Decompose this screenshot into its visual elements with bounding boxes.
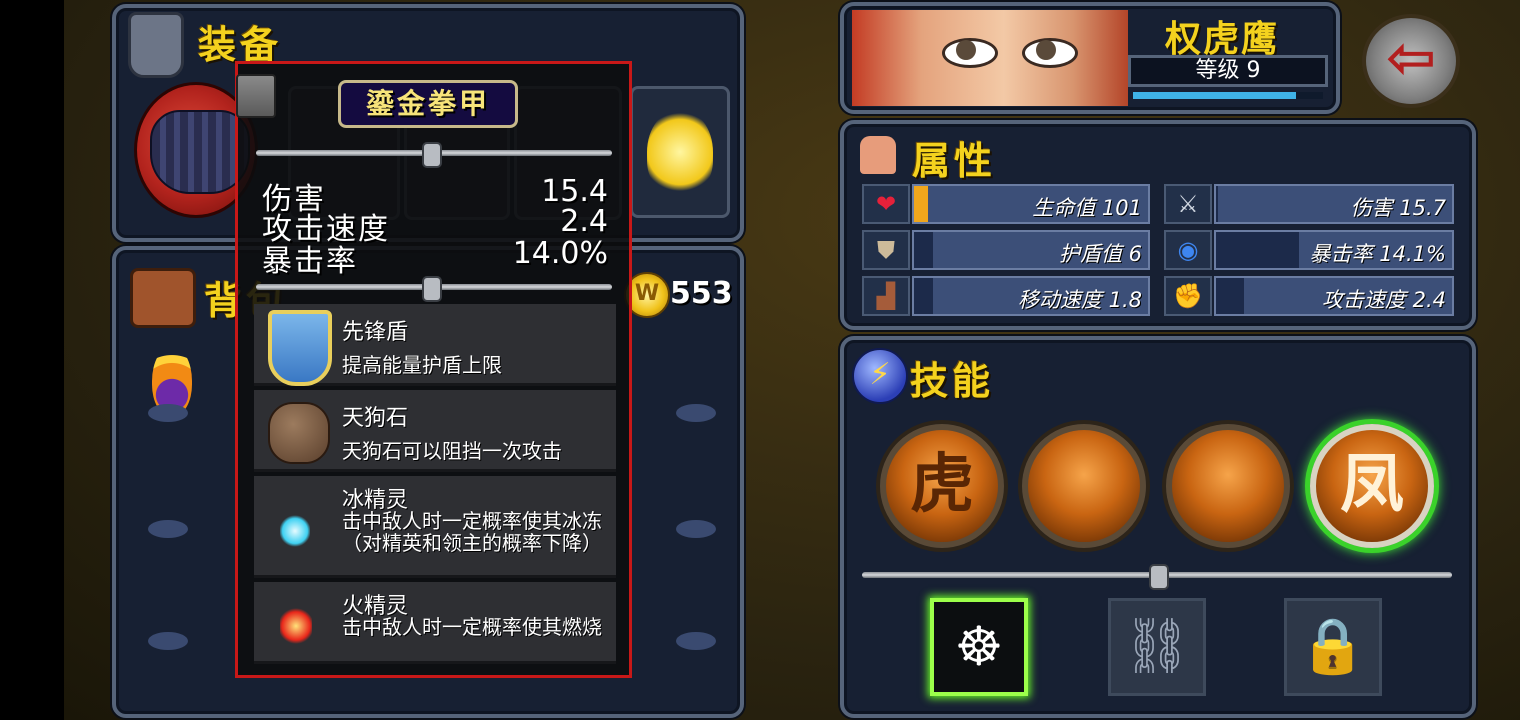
skill-phoenix[interactable]: 凤 [1310, 424, 1434, 548]
attribute-row: ❤ 生命值 101 [862, 184, 1150, 224]
attribute-label: 伤害 15.7 [1350, 196, 1446, 220]
heart-icon: ❤ [862, 184, 910, 224]
bag-slot[interactable] [676, 632, 716, 650]
attribute-bar: 生命值 101 [912, 184, 1150, 224]
item-desc: 击中敌人时一定概率使其燃烧 [342, 615, 602, 639]
equip-slot-5[interactable] [630, 86, 730, 218]
item-card-tiangou-stone: 天狗石 天狗石可以阻挡一次攻击 [254, 390, 616, 472]
body-icon [860, 136, 896, 174]
attribute-label: 移动速度 1.8 [1017, 288, 1142, 312]
attribute-bar: 暴击率 14.1% [1214, 230, 1454, 270]
back-button[interactable]: ⇦ [1362, 14, 1460, 108]
skill-tiger[interactable]: 虎 [880, 424, 1004, 548]
stat-value: 14.0% [512, 236, 608, 271]
bag-slot[interactable] [676, 520, 716, 538]
bag-slot[interactable] [148, 520, 188, 538]
attribute-label: 暴击率 14.1% [1309, 242, 1446, 266]
skills-title: 技能 [910, 359, 995, 403]
hammer-icon [236, 74, 276, 118]
helmet-icon [128, 12, 184, 78]
ice-spirit-icon [280, 514, 310, 548]
locked-skill-slot[interactable]: 🔒 [1284, 598, 1382, 696]
skills-divider [862, 564, 1452, 590]
lock-icon: 🔒 [1299, 614, 1367, 677]
tooltip-divider [256, 276, 612, 302]
skill-stance[interactable] [1022, 424, 1146, 548]
attribute-bar-fill [1216, 232, 1299, 268]
attribute-row: ⚔ 伤害 15.7 [1164, 184, 1454, 224]
item-name-banner: 鎏金拳甲 [338, 80, 518, 128]
skill-strike[interactable] [1166, 424, 1290, 548]
attribute-bar: 护盾值 6 [912, 230, 1150, 270]
chest-icon [130, 268, 196, 328]
eye-icon: ◉ [1164, 230, 1212, 270]
left-bezel [0, 0, 64, 720]
lightning-orb-icon: ⚡ [852, 348, 908, 404]
item-desc: 提高能量护盾上限 [342, 353, 502, 377]
attribute-label: 生命值 101 [1032, 196, 1142, 220]
attribute-label: 攻击速度 2.4 [1321, 288, 1446, 312]
sword-icon: ⚔ [1164, 184, 1212, 224]
stone-icon [268, 402, 330, 464]
tooltip-divider [256, 142, 612, 168]
boot-icon: ▟ [862, 276, 910, 316]
coin-count: 553 [670, 276, 733, 311]
attribute-label: 护盾值 6 [1058, 242, 1142, 266]
stat-label: 暴击率 [262, 244, 358, 279]
item-card-ice-spirit: 冰精灵 击中敌人时一定概率使其冰冻（对精英和领主的概率下降） [254, 476, 616, 578]
xp-bar-fill [1133, 92, 1297, 99]
item-desc: 天狗石可以阻挡一次攻击 [342, 439, 562, 463]
attribute-row: ▟ 移动速度 1.8 [862, 276, 1150, 316]
character-portrait [852, 10, 1128, 106]
fire-spirit-icon [280, 606, 312, 646]
item-name: 天狗石 [342, 406, 409, 431]
attribute-bar-fill [914, 232, 933, 268]
shield-icon [268, 310, 332, 386]
stat-damage: 伤害 15.4 [262, 174, 608, 217]
bag-slot[interactable] [676, 404, 716, 422]
attribute-bar-fill [914, 186, 929, 222]
stat-attack-speed: 攻击速度 2.4 [262, 204, 608, 247]
xp-bar [1133, 92, 1323, 99]
wings-icon [647, 109, 713, 195]
attribute-bar-fill [914, 278, 933, 314]
attribute-row: ⛊ 护盾值 6 [862, 230, 1150, 270]
attribute-bar: 攻击速度 2.4 [1214, 276, 1454, 316]
bag-slot[interactable] [148, 404, 188, 422]
bag-slot[interactable] [148, 632, 188, 650]
shield-icon: ⛊ [862, 230, 910, 270]
item-name: 先锋盾 [342, 320, 409, 345]
attribute-bar: 伤害 15.7 [1214, 184, 1454, 224]
attribute-row: ◉ 暴击率 14.1% [1164, 230, 1454, 270]
meditation-skill-button[interactable]: ☸ [930, 598, 1028, 696]
item-desc: 击中敌人时一定概率使其冰冻（对精英和领主的概率下降） [342, 509, 602, 555]
attribute-bar-fill [1216, 278, 1245, 314]
item-card-vanguard-shield: 先锋盾 提高能量护盾上限 [254, 304, 616, 386]
attributes-title: 属性 [912, 139, 997, 183]
item-card-fire-spirit: 火精灵 击中敌人时一定概率使其燃烧 [254, 582, 616, 664]
fist-icon: ✊ [1164, 276, 1212, 316]
attribute-bar-fill [1216, 186, 1219, 222]
pillar-skill-button[interactable]: ⛓ [1108, 598, 1206, 696]
attribute-bar: 移动速度 1.8 [912, 276, 1150, 316]
level-display: 等级 9 [1128, 55, 1328, 87]
attribute-row: ✊ 攻击速度 2.4 [1164, 276, 1454, 316]
stat-crit-rate: 暴击率 14.0% [262, 236, 608, 279]
stat-value: 2.4 [560, 204, 608, 239]
